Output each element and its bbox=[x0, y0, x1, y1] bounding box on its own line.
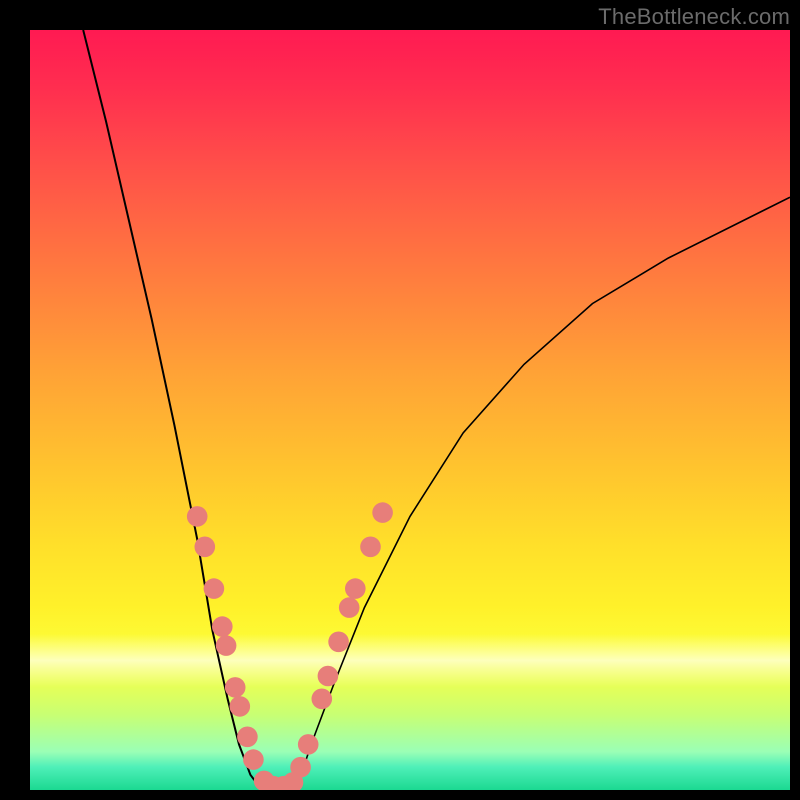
data-dot bbox=[195, 537, 216, 558]
data-dot bbox=[298, 734, 319, 755]
data-dot bbox=[187, 506, 208, 527]
data-dot bbox=[318, 666, 339, 687]
data-dot bbox=[372, 502, 393, 523]
data-dot bbox=[212, 616, 233, 637]
data-dot bbox=[328, 632, 349, 653]
data-dot bbox=[345, 578, 366, 599]
plot-area bbox=[30, 30, 790, 790]
data-dot bbox=[243, 749, 264, 770]
right-curve bbox=[296, 197, 790, 790]
data-dot bbox=[230, 696, 251, 717]
left-curve bbox=[83, 30, 262, 790]
chart-stage: TheBottleneck.com bbox=[0, 0, 800, 800]
data-dot bbox=[290, 757, 311, 778]
data-dot bbox=[360, 537, 381, 558]
data-dot bbox=[225, 677, 246, 698]
chart-svg bbox=[30, 30, 790, 790]
dot-layer bbox=[187, 502, 393, 790]
data-dot bbox=[204, 578, 225, 599]
watermark-text: TheBottleneck.com bbox=[598, 4, 790, 30]
data-dot bbox=[339, 597, 360, 618]
data-dot bbox=[216, 635, 237, 656]
data-dot bbox=[312, 689, 333, 710]
data-dot bbox=[237, 727, 258, 748]
